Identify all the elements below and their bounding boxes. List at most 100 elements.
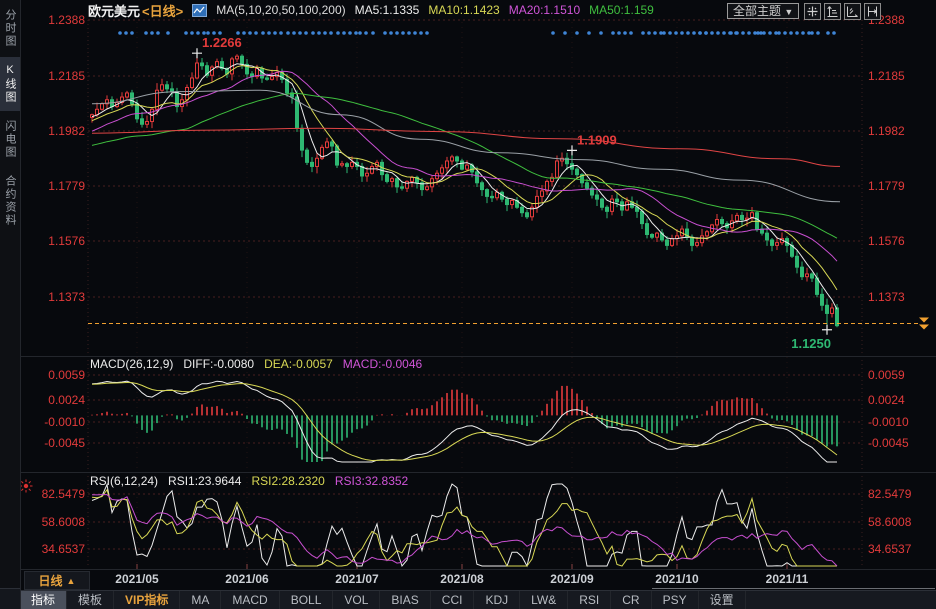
toolbar-item-VOL[interactable]: VOL (333, 591, 380, 609)
chart-type-icon[interactable] (192, 4, 207, 17)
price-annotation: 1.2266 (202, 35, 242, 50)
event-dot (273, 31, 277, 35)
event-dot (407, 31, 411, 35)
event-dot (641, 31, 645, 35)
candle-body (146, 122, 149, 125)
toolbar-item-RSI[interactable]: RSI (568, 591, 611, 609)
candle-body (656, 233, 659, 237)
rsi-formula: RSI(6,12,24) (90, 474, 158, 488)
toolbar-item-CCI[interactable]: CCI (431, 591, 475, 609)
event-dot (358, 31, 362, 35)
sidebar-item-0[interactable]: 分时图 (0, 2, 20, 55)
rsi-axis-label-left: 82.5479 (42, 487, 86, 501)
event-dot (680, 31, 684, 35)
event-dot (413, 31, 417, 35)
theme-selector-button[interactable]: 全部主题 ▼ (727, 3, 799, 19)
scale-x-axis-icon[interactable] (844, 3, 861, 20)
candle-body (446, 161, 449, 168)
candle-body (536, 196, 539, 207)
event-dot (826, 31, 830, 35)
scale-y-axis-icon[interactable] (824, 3, 841, 20)
sidebar-item-3[interactable]: 合约资料 (0, 168, 20, 234)
toolbar-item-PSY[interactable]: PSY (652, 591, 699, 609)
candle-body (461, 161, 464, 169)
x-axis-label-2021/09: 2021/09 (540, 572, 604, 586)
price-axis-label-right: 1.2185 (868, 69, 905, 83)
event-dot (317, 31, 321, 35)
period-tag: <日线> (142, 1, 183, 20)
event-dot (762, 31, 766, 35)
event-dot (196, 31, 200, 35)
event-dot (777, 31, 781, 35)
rsi2-line (92, 490, 837, 566)
candle-body (476, 172, 479, 183)
sidebar-item-1[interactable]: K线图 (0, 57, 20, 111)
trading-app: 1.23881.23881.21851.21851.19821.19821.17… (0, 0, 936, 609)
crosshair-icon[interactable] (804, 3, 821, 20)
toolbar-item-MACD[interactable]: MACD (221, 591, 279, 609)
toolbar-item-模板[interactable]: 模板 (67, 591, 114, 609)
candle-body (586, 183, 589, 188)
candle-body (331, 142, 334, 146)
candle-body (526, 213, 529, 217)
event-dot (261, 31, 265, 35)
macd-pane-header: MACD(26,12,9) DIFF:-0.0080 DEA:-0.0057 M… (90, 357, 422, 371)
event-dot (832, 31, 836, 35)
toolbar-item-BIAS[interactable]: BIAS (380, 591, 430, 609)
event-dot (144, 31, 148, 35)
event-dot (575, 31, 579, 35)
x-axis-label-2021/05: 2021/05 (105, 572, 169, 586)
candle-body (601, 199, 604, 207)
toolbar-item-KDJ[interactable]: KDJ (474, 591, 520, 609)
toolbar-item-VIP指标[interactable]: VIP指标 (114, 591, 180, 609)
rsi-axis-label-left: 58.6008 (42, 515, 86, 529)
toolbar-item-设置[interactable]: 设置 (699, 591, 746, 609)
shift-chart-right-icon[interactable] (864, 3, 881, 20)
price-axis-label-right: 1.1982 (868, 124, 905, 138)
candle-body (196, 63, 199, 78)
event-dot (298, 31, 302, 35)
candle-body (241, 56, 244, 64)
event-dot (389, 31, 393, 35)
candle-body (346, 164, 349, 167)
candle-body (646, 224, 649, 235)
theme-selector-label: 全部主题 (733, 4, 781, 18)
indicator-toolbar: 指标模板VIP指标MAMACDBOLLVOLBIASCCIKDJLW&RSICR… (20, 590, 936, 609)
event-dot (551, 31, 555, 35)
ma20-line (92, 71, 837, 261)
candle-body (301, 128, 304, 150)
candle-body (201, 63, 204, 66)
rsi-axis-label-right: 34.6537 (868, 542, 912, 556)
price-axis-label-right: 1.1373 (868, 290, 905, 304)
price-axis-label-left: 1.1779 (48, 179, 85, 193)
horizontal-scrollbar[interactable] (652, 588, 935, 589)
toolbar-item-指标[interactable]: 指标 (20, 591, 67, 609)
event-dot (354, 31, 358, 35)
rsi1-line (92, 484, 837, 566)
sidebar-item-2[interactable]: 闪电图 (0, 113, 20, 166)
event-dot (118, 31, 122, 35)
toolbar-item-LW&[interactable]: LW& (520, 591, 568, 609)
event-dot (150, 31, 154, 35)
candle-body (266, 78, 269, 79)
candle-body (326, 142, 329, 147)
price-axis-label-right: 1.1576 (868, 234, 905, 248)
event-dot (662, 31, 666, 35)
event-dot (190, 31, 194, 35)
event-dot (816, 31, 820, 35)
candle-body (806, 274, 809, 277)
candle-body (616, 199, 619, 202)
toolbar-item-CR[interactable]: CR (611, 591, 651, 609)
event-dot (166, 31, 170, 35)
period-selector[interactable]: 日线 ▲ (24, 571, 90, 590)
candle-body (456, 157, 459, 161)
toolbar-item-MA[interactable]: MA (180, 591, 221, 609)
event-dot (395, 31, 399, 35)
macd-axis-label-right: -0.0010 (868, 415, 909, 429)
event-dot (348, 31, 352, 35)
event-dot (741, 31, 745, 35)
event-dot (286, 31, 290, 35)
ma10-line (92, 66, 837, 290)
caret-up-icon: ▲ (67, 576, 76, 586)
toolbar-item-BOLL[interactable]: BOLL (280, 591, 334, 609)
